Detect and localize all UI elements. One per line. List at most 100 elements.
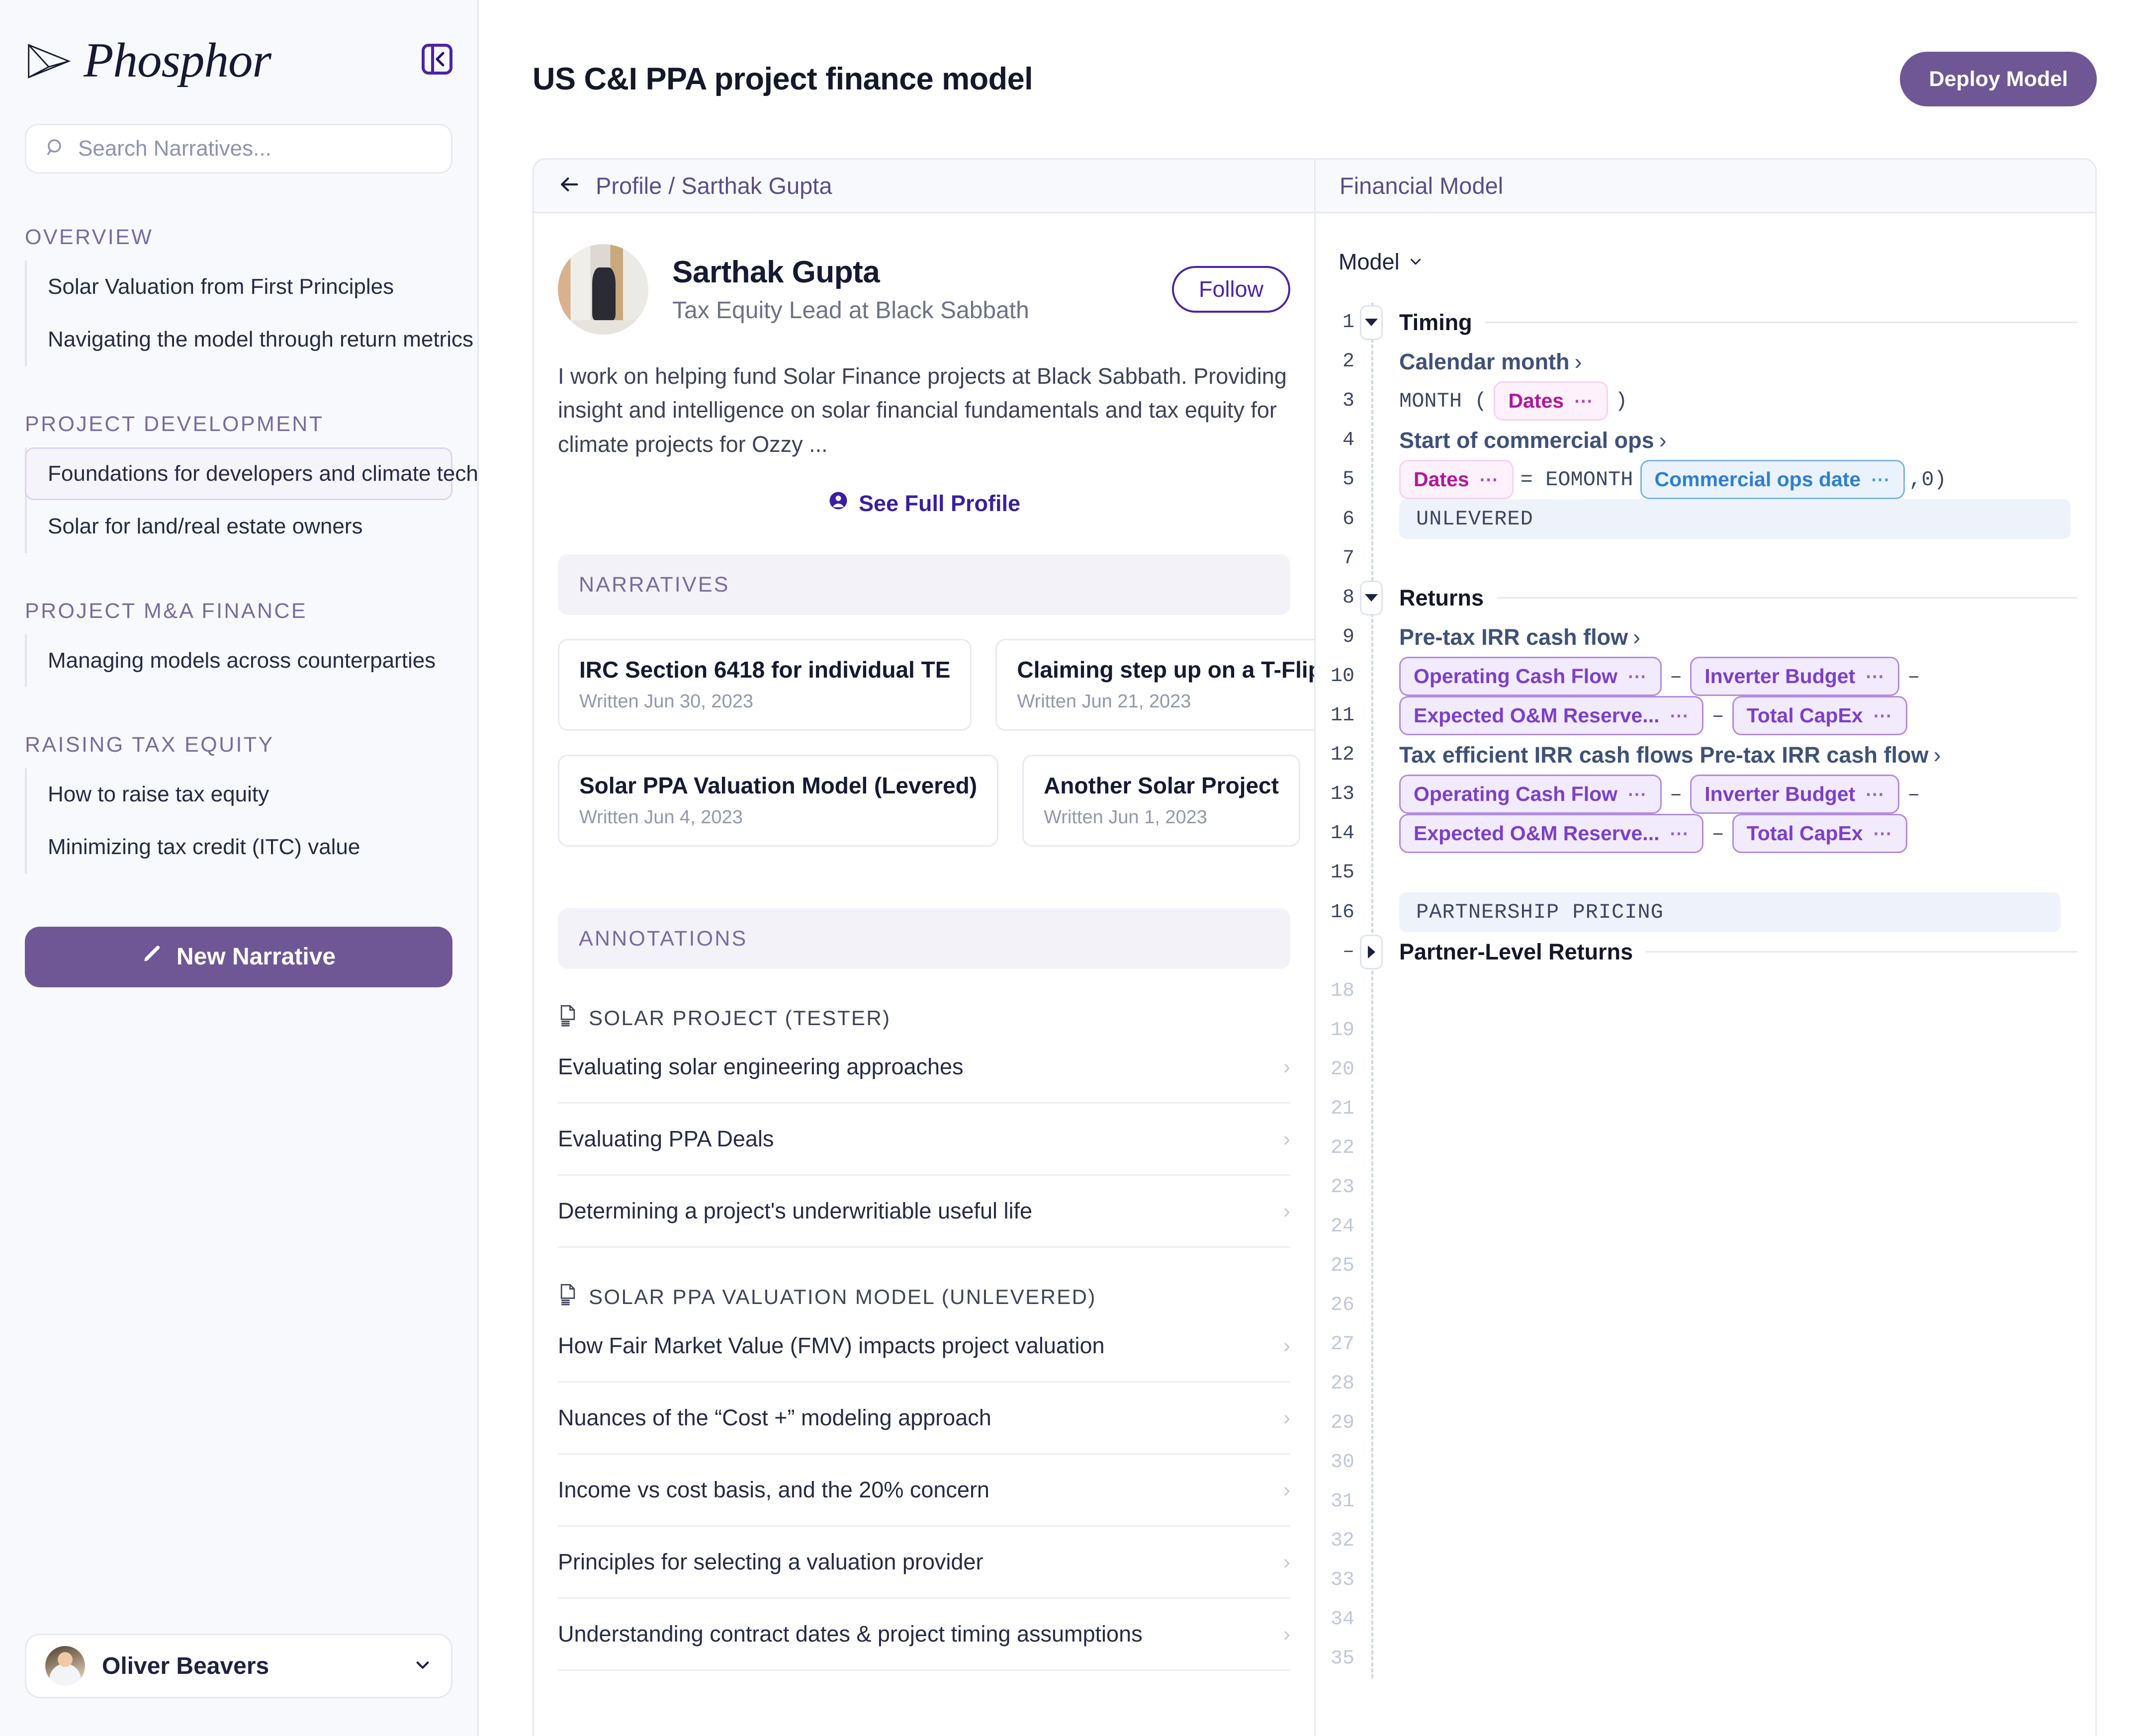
row-link[interactable]: Start of commercial ops › xyxy=(1399,428,1667,453)
reference-pill-inverter-budget[interactable]: Inverter Budget ⋯ xyxy=(1690,657,1900,696)
expand-toggle-icon[interactable] xyxy=(1360,934,1383,969)
reference-pill-expected-om-reserve[interactable]: Expected O&M Reserve... ⋯ xyxy=(1399,814,1704,853)
pill-more-icon[interactable]: ⋯ xyxy=(1627,667,1647,686)
line-number: 4 xyxy=(1342,429,1354,451)
formula-row: 14 Expected O&M Reserve... ⋯ – Total Cap… xyxy=(1316,814,2095,853)
annotation-item[interactable]: Determining a project's underwritiable u… xyxy=(558,1176,1290,1248)
reference-pill-total-capex[interactable]: Total CapEx ⋯ xyxy=(1732,696,1907,735)
annotation-item[interactable]: Evaluating solar engineering approaches … xyxy=(558,1032,1290,1104)
nav-group-title: OVERVIEW xyxy=(25,225,154,249)
model-selector[interactable]: Model xyxy=(1316,213,1424,275)
panel-collapse-left-icon[interactable] xyxy=(422,43,452,75)
narrative-card[interactable]: IRC Section 6418 for individual TE Writt… xyxy=(558,639,972,731)
follow-button[interactable]: Follow xyxy=(1171,266,1290,313)
chevron-right-icon: › xyxy=(1283,1622,1290,1646)
sidebar-item-minimizing-itc[interactable]: Minimizing tax credit (ITC) value xyxy=(27,821,452,873)
sidebar-bottom: Oliver Beavers xyxy=(0,1634,477,1736)
reference-pill-expected-om-reserve[interactable]: Expected O&M Reserve... ⋯ xyxy=(1399,696,1704,735)
nav-group-project-ma-finance: PROJECT M&A FINANCE Managing models acro… xyxy=(25,599,452,687)
line-number: 10 xyxy=(1330,665,1354,688)
brand-name: Phosphor xyxy=(84,33,271,87)
arrow-left-icon[interactable] xyxy=(558,173,581,198)
formula-row: 15 xyxy=(1316,853,2095,892)
annotation-group-title: SOLAR PPA VALUATION MODEL (UNLEVERED) xyxy=(558,1284,1290,1310)
annotation-group-label: SOLAR PROJECT (TESTER) xyxy=(589,1006,891,1030)
pill-more-icon[interactable]: ⋯ xyxy=(1865,667,1885,686)
annotation-item[interactable]: Understanding contract dates & project t… xyxy=(558,1599,1290,1671)
sidebar-item-managing-models[interactable]: Managing models across counterparties xyxy=(27,634,452,687)
pill-more-icon[interactable]: ⋯ xyxy=(1574,392,1594,411)
reference-pill-total-capex[interactable]: Total CapEx ⋯ xyxy=(1732,814,1907,853)
formula-row: 12 Tax efficient IRR cash flows Pre-tax … xyxy=(1316,735,2095,775)
narrative-date: Written Jun 1, 2023 xyxy=(1044,807,1207,828)
sidebar-item-navigating-model[interactable]: Navigating the model through return metr… xyxy=(27,313,473,366)
toggle-slot xyxy=(1354,934,1388,969)
annotations-band: ANNOTATIONS xyxy=(558,908,1290,969)
narrative-card[interactable]: Another Solar Project Written Jun 1, 202… xyxy=(1022,755,1300,847)
annotation-item[interactable]: Income vs cost basis, and the 20% concer… xyxy=(558,1455,1290,1527)
annotation-item[interactable]: Principles for selecting a valuation pro… xyxy=(558,1527,1290,1599)
avatar xyxy=(45,1646,85,1686)
search-bar[interactable] xyxy=(25,124,452,174)
deploy-model-button[interactable]: Deploy Model xyxy=(1900,52,2097,106)
pill-label: Inverter Budget xyxy=(1704,782,1856,805)
sidebar-item-solar-land-owners[interactable]: Solar for land/real estate owners xyxy=(27,500,452,553)
formula-row: 21 xyxy=(1316,1089,2095,1128)
new-narrative-button[interactable]: New Narrative xyxy=(25,926,452,987)
formula-row: 1 Timing xyxy=(1316,303,2095,342)
pill-more-icon[interactable]: ⋯ xyxy=(1669,706,1689,725)
page-title: US C&I PPA project finance model xyxy=(533,62,1033,96)
annotation-item[interactable]: Evaluating PPA Deals › xyxy=(558,1104,1290,1176)
formula-row: 20 xyxy=(1316,1050,2095,1089)
reference-pill-inverter-budget[interactable]: Inverter Budget ⋯ xyxy=(1690,775,1900,814)
reference-pill-operating-cash-flow[interactable]: Operating Cash Flow ⋯ xyxy=(1399,775,1662,814)
narrative-card[interactable]: Claiming step up on a T-Flip Written Jun… xyxy=(995,639,1314,731)
annotation-label: Understanding contract dates & project t… xyxy=(558,1621,1143,1647)
pill-more-icon[interactable]: ⋯ xyxy=(1865,785,1885,804)
nav-group-items: How to raise tax equity Minimizing tax c… xyxy=(25,768,452,874)
reference-pill-dates[interactable]: Dates ⋯ xyxy=(1399,460,1514,499)
line-number: 13 xyxy=(1330,783,1354,805)
formula-row: 5 Dates ⋯ = EOMONTH Commercial ops date xyxy=(1316,460,2095,499)
sidebar-item-how-to-raise[interactable]: How to raise tax equity xyxy=(27,768,452,821)
formula-row: 10 Operating Cash Flow ⋯ – Inverter Budg… xyxy=(1316,657,2095,696)
collapse-toggle-icon[interactable] xyxy=(1360,305,1383,340)
pill-more-icon[interactable]: ⋯ xyxy=(1873,706,1893,725)
formula-row: 16 PARTNERSHIP PRICING xyxy=(1316,892,2095,932)
narrative-card[interactable]: Solar PPA Valuation Model (Levered) Writ… xyxy=(558,755,999,847)
pill-more-icon[interactable]: ⋯ xyxy=(1669,824,1689,843)
annotation-item[interactable]: How Fair Market Value (FMV) impacts proj… xyxy=(558,1310,1290,1383)
brand[interactable]: Phosphor xyxy=(25,36,271,85)
nav-group-items: Solar Valuation from First Principles Na… xyxy=(25,260,473,366)
line-number: 21 xyxy=(1330,1098,1354,1120)
reference-pill-commercial-ops-date[interactable]: Commercial ops date ⋯ xyxy=(1640,460,1905,499)
collapse-toggle-icon[interactable] xyxy=(1360,580,1383,615)
pill-label: Operating Cash Flow xyxy=(1414,665,1618,688)
narratives-band: NARRATIVES xyxy=(558,554,1290,615)
chevron-down-icon[interactable] xyxy=(413,1655,432,1677)
user-menu[interactable]: Oliver Beavers xyxy=(25,1634,452,1698)
see-full-profile-link[interactable]: See Full Profile xyxy=(558,490,1290,517)
reference-pill-operating-cash-flow[interactable]: Operating Cash Flow ⋯ xyxy=(1399,657,1662,696)
profile-name: Sarthak Gupta xyxy=(672,255,880,289)
row-content: Operating Cash Flow ⋯ – Inverter Budget … xyxy=(1388,775,2095,814)
row-link[interactable]: Calendar month › xyxy=(1399,349,1582,375)
search-input[interactable] xyxy=(78,136,432,161)
profile-panel: Profile / Sarthak Gupta Sarthak Gupta Ta… xyxy=(534,160,1316,1736)
formula-rows: 1 Timing 2 Calendar month › 3 MONTH (Da… xyxy=(1316,303,2095,1678)
formula-row: 18 xyxy=(1316,971,2095,1011)
annotation-item[interactable]: Nuances of the “Cost +” modeling approac… xyxy=(558,1383,1290,1455)
row-link[interactable]: Tax efficient IRR cash flows Pre-tax IRR… xyxy=(1399,742,1941,768)
row-link[interactable]: Pre-tax IRR cash flow › xyxy=(1399,624,1640,650)
annotation-label: How Fair Market Value (FMV) impacts proj… xyxy=(558,1333,1105,1359)
pill-more-icon[interactable]: ⋯ xyxy=(1627,785,1647,804)
breadcrumb[interactable]: Profile / Sarthak Gupta xyxy=(596,172,832,199)
pill-more-icon[interactable]: ⋯ xyxy=(1871,470,1890,489)
pill-more-icon[interactable]: ⋯ xyxy=(1479,470,1499,489)
sidebar-item-foundations[interactable]: Foundations for developers and climate t… xyxy=(25,447,478,501)
pill-more-icon[interactable]: ⋯ xyxy=(1873,824,1893,843)
reference-pill-dates[interactable]: Dates ⋯ xyxy=(1494,381,1609,421)
nav-group-items: Foundations for developers and climate t… xyxy=(25,447,478,553)
pill-label: Total CapEx xyxy=(1746,822,1863,845)
sidebar-item-solar-valuation[interactable]: Solar Valuation from First Principles xyxy=(27,260,452,313)
